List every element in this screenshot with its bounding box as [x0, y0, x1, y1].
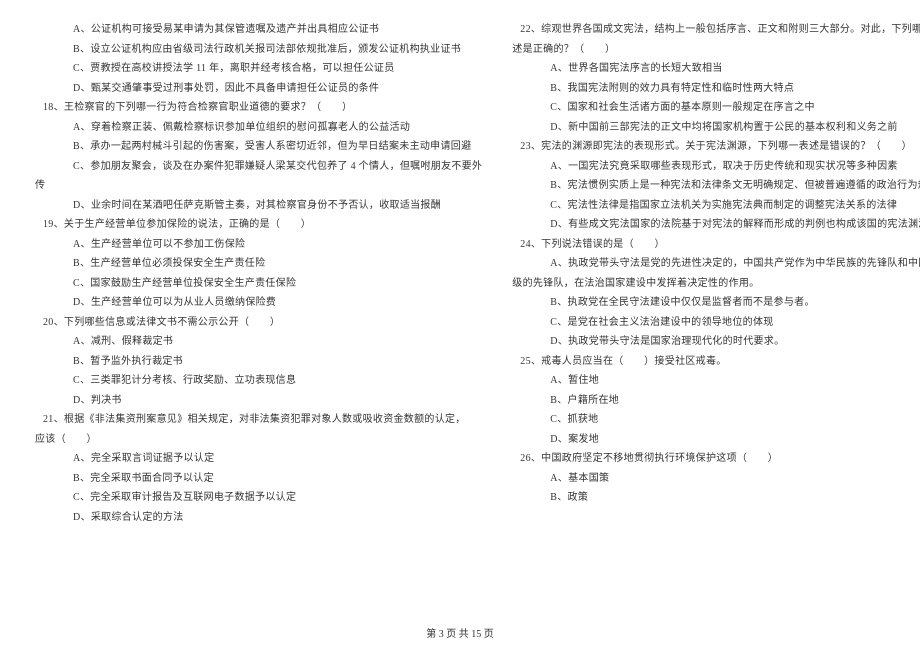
option-line: B、政策: [512, 488, 920, 508]
option-line: B、户籍所在地: [512, 391, 920, 411]
option-line: B、生产经营单位必须投保安全生产责任险: [35, 254, 482, 274]
option-line: B、执政党在全民守法建设中仅仅是监督者而不是参与者。: [512, 293, 920, 313]
question-line: 26、中国政府坚定不移地贯彻执行环境保护这项（ ）: [512, 449, 920, 469]
option-line: D、生产经营单位可以为从业人员缴纳保险费: [35, 293, 482, 313]
option-line: A、完全采取言词证据予以认定: [35, 449, 482, 469]
option-line: A、生产经营单位可以不参加工伤保险: [35, 235, 482, 255]
page-footer: 第 3 页 共 15 页: [0, 625, 920, 640]
question-line: 24、下列说法错误的是（ ）: [512, 235, 920, 255]
option-line: A、基本国策: [512, 469, 920, 489]
option-line: C、三类罪犯计分考核、行政奖励、立功表现信息: [35, 371, 482, 391]
option-line: C、是党在社会主义法治建设中的领导地位的体现: [512, 313, 920, 333]
option-line: D、执政党带头守法是国家治理现代化的时代要求。: [512, 332, 920, 352]
option-line: D、业余时间在某酒吧任萨克斯管主奏，对其检察官身份不予否认，收取适当报酬: [35, 196, 482, 216]
right-column: 22、综观世界各国成文宪法，结构上一般包括序言、正文和附则三大部分。对此，下列哪…: [512, 20, 920, 610]
option-line: C、完全采取审计报告及互联网电子数据予以认定: [35, 488, 482, 508]
two-column-layout: A、公证机构可接受易某申请为其保管遗嘱及遗产并出具相应公证书B、设立公证机构应由…: [35, 20, 885, 610]
option-line: A、减刑、假释裁定书: [35, 332, 482, 352]
left-column: A、公证机构可接受易某申请为其保管遗嘱及遗产并出具相应公证书B、设立公证机构应由…: [35, 20, 482, 610]
continuation-line: 述是正确的？（ ）: [512, 40, 920, 60]
question-line: 21、根据《非法集资刑案意见》相关规定，对非法集资犯罪对象人数或吸收资金数额的认…: [35, 410, 482, 430]
option-line: A、暂住地: [512, 371, 920, 391]
option-line: D、案发地: [512, 430, 920, 450]
question-line: 23、宪法的渊源即宪法的表现形式。关于宪法渊源，下列哪一表述是错误的？（ ）: [512, 137, 920, 157]
option-line: A、执政党带头守法是党的先进性决定的，中国共产党作为中华民族的先锋队和中国工人阶: [512, 254, 920, 274]
option-line: B、设立公证机构应由省级司法行政机关报司法部依规批准后，颁发公证机构执业证书: [35, 40, 482, 60]
option-line: A、穿着检察正装、佩戴检察标识参加单位组织的慰问孤寡老人的公益活动: [35, 118, 482, 138]
option-line: B、我国宪法附则的效力具有特定性和临时性两大特点: [512, 79, 920, 99]
option-line: A、公证机构可接受易某申请为其保管遗嘱及遗产并出具相应公证书: [35, 20, 482, 40]
continuation-line: 级的先锋队，在法治国家建设中发挥着决定性的作用。: [512, 274, 920, 294]
option-line: D、判决书: [35, 391, 482, 411]
option-line: D、采取综合认定的方法: [35, 508, 482, 528]
option-line: B、完全采取书面合同予以认定: [35, 469, 482, 489]
option-line: A、一国宪法究竟采取哪些表现形式，取决于历史传统和现实状况等多种因素: [512, 157, 920, 177]
option-line: D、有些成文宪法国家的法院基于对宪法的解释而形成的判例也构成该国的宪法渊源: [512, 215, 920, 235]
option-line: D、甄某交通肇事受过刑事处罚，因此不具备申请担任公证员的条件: [35, 79, 482, 99]
continuation-line: 传: [35, 176, 482, 196]
option-line: D、新中国前三部宪法的正文中均将国家机构置于公民的基本权利和义务之前: [512, 118, 920, 138]
option-line: B、暂予监外执行裁定书: [35, 352, 482, 372]
option-line: C、参加朋友聚会，谈及在办案件犯罪嫌疑人梁某交代包养了 4 个情人，但嘱咐朋友不…: [35, 157, 482, 177]
option-line: A、世界各国宪法序言的长短大致相当: [512, 59, 920, 79]
option-line: C、国家和社会生活诸方面的基本原则一般规定在序言之中: [512, 98, 920, 118]
option-line: B、宪法惯例实质上是一种宪法和法律条文无明确规定、但被普遍遵循的政治行为规范: [512, 176, 920, 196]
question-line: 25、戒毒人员应当在（ ）接受社区戒毒。: [512, 352, 920, 372]
option-line: B、承办一起两村械斗引起的伤害案，受害人系密切近邻，但为早日结案未主动申请回避: [35, 137, 482, 157]
option-line: C、宪法性法律是指国家立法机关为实施宪法典而制定的调整宪法关系的法律: [512, 196, 920, 216]
question-line: 18、王检察官的下列哪一行为符合检察官职业道德的要求？（ ）: [35, 98, 482, 118]
question-line: 20、下列哪些信息或法律文书不需公示公开（ ）: [35, 313, 482, 333]
question-line: 19、关于生产经营单位参加保险的说法，正确的是（ ）: [35, 215, 482, 235]
question-line: 22、综观世界各国成文宪法，结构上一般包括序言、正文和附则三大部分。对此，下列哪…: [512, 20, 920, 40]
option-line: C、抓获地: [512, 410, 920, 430]
option-line: C、贾教授在高校讲授法学 11 年，离职并经考核合格，可以担任公证员: [35, 59, 482, 79]
continuation-line: 应该（ ）: [35, 430, 482, 450]
option-line: C、国家鼓励生产经营单位投保安全生产责任保险: [35, 274, 482, 294]
